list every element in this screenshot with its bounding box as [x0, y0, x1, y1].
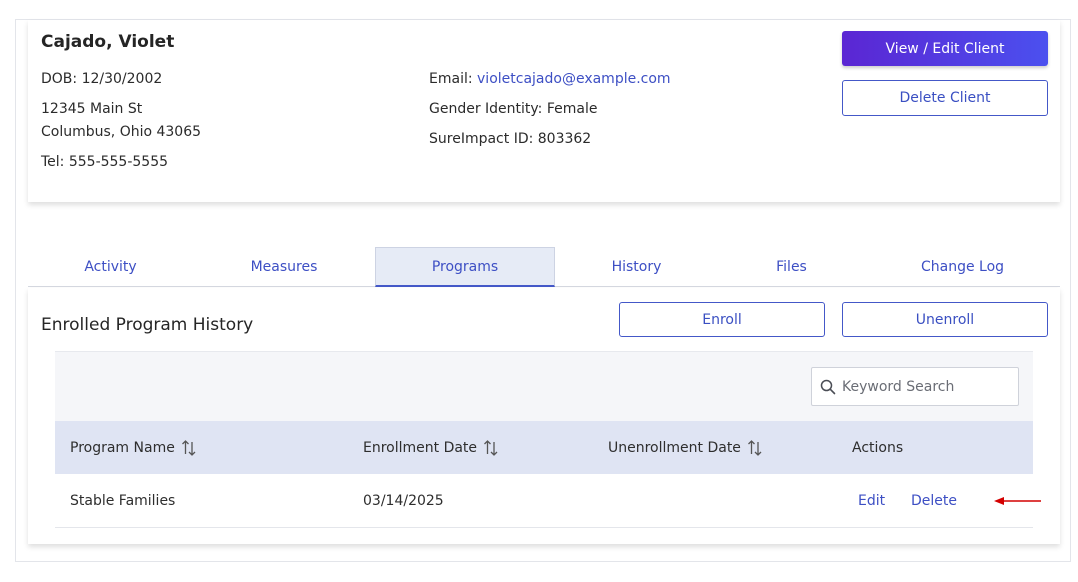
table-toolbar — [55, 351, 1033, 421]
column-actions: Actions — [852, 439, 904, 456]
edit-program-link[interactable]: Edit — [858, 474, 885, 528]
tab-files[interactable]: Files — [718, 247, 865, 287]
panel-title: Enrolled Program History — [41, 315, 254, 335]
client-gender-identity: Gender Identity: Female — [429, 101, 598, 117]
column-unenrollment-date[interactable]: Unenrollment Date — [608, 421, 763, 474]
table-header: Program Name Enrollment Date Unenrollmen… — [55, 421, 1033, 474]
tab-activity[interactable]: Activity — [28, 247, 193, 287]
tab-history[interactable]: History — [555, 247, 718, 287]
enroll-button[interactable]: Enroll — [619, 302, 825, 337]
client-address-line1: 12345 Main St — [41, 101, 143, 117]
sort-icon[interactable] — [483, 439, 499, 457]
delete-program-link[interactable]: Delete — [911, 474, 957, 528]
sort-icon[interactable] — [181, 439, 197, 457]
column-enrollment-date[interactable]: Enrollment Date — [363, 421, 499, 474]
column-label: Unenrollment Date — [608, 439, 741, 456]
keyword-search-box[interactable] — [811, 367, 1019, 406]
cell-enrollment-date: 03/14/2025 — [363, 493, 444, 509]
unenroll-button[interactable]: Unenroll — [842, 302, 1048, 337]
sort-icon[interactable] — [747, 439, 763, 457]
enrolled-programs-panel: Enrolled Program History Enroll Unenroll… — [28, 288, 1060, 544]
column-program-name[interactable]: Program Name — [70, 421, 197, 474]
client-email-label: Email: — [429, 71, 478, 87]
tab-change-log[interactable]: Change Log — [865, 247, 1060, 287]
client-address-line2: Columbus, Ohio 43065 — [41, 124, 202, 140]
client-telephone: Tel: 555-555-5555 — [41, 154, 169, 170]
client-email-row: Email: violetcajado@example.com — [429, 71, 671, 87]
arrow-left-annotation — [994, 497, 1041, 505]
client-dob: DOB: 12/30/2002 — [41, 71, 163, 87]
client-summary-card: Cajado, Violet DOB: 12/30/2002 12345 Mai… — [28, 20, 1060, 202]
table-row: Stable Families 03/14/2025 Edit Delete — [55, 474, 1041, 528]
delete-client-button[interactable]: Delete Client — [842, 80, 1048, 116]
tab-measures[interactable]: Measures — [198, 247, 370, 287]
keyword-search-input[interactable] — [842, 378, 1012, 395]
client-sureimpact-id: SureImpact ID: 803362 — [429, 131, 592, 147]
view-edit-client-button[interactable]: View / Edit Client — [842, 31, 1048, 66]
cell-program-name: Stable Families — [70, 493, 176, 509]
client-tabs: Activity Measures Programs History Files… — [28, 247, 1060, 287]
column-label: Program Name — [70, 439, 175, 456]
tab-programs[interactable]: Programs — [375, 247, 555, 287]
search-icon — [820, 379, 836, 394]
column-label: Enrollment Date — [363, 439, 478, 456]
client-name: Cajado, Violet — [41, 32, 175, 52]
client-email-link[interactable]: violetcajado@example.com — [477, 71, 671, 87]
